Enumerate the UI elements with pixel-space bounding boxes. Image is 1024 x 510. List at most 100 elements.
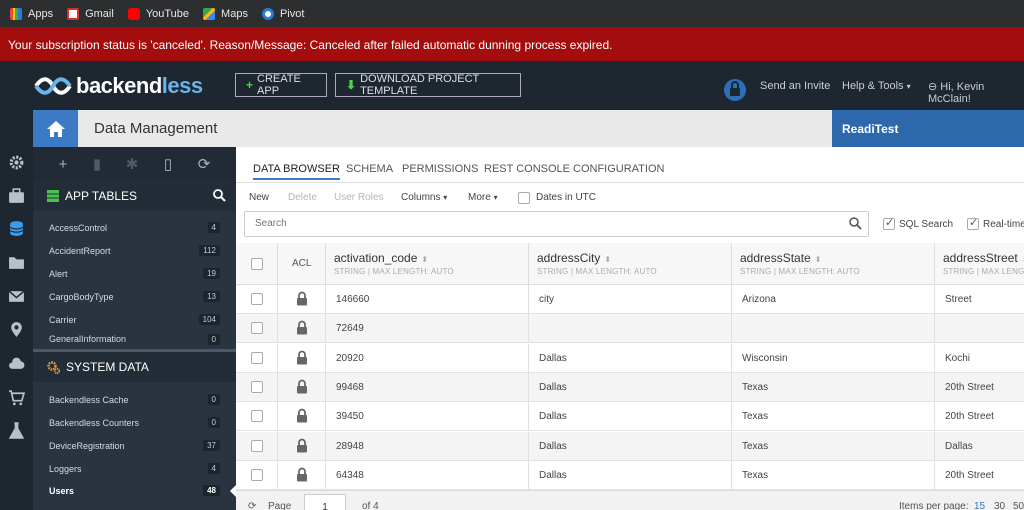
table-cell[interactable]: Dallas bbox=[529, 460, 732, 490]
table-cell[interactable]: 20th Street bbox=[935, 461, 1024, 490]
acl-cell[interactable] bbox=[278, 372, 326, 402]
column-header-addressstreet[interactable]: addressStreet⬍ STRING | MAX LENGTH: AUTO bbox=[935, 243, 1024, 285]
messaging-icon[interactable] bbox=[8, 288, 25, 305]
table-row[interactable]: 64348 Dallas Texas 20th Street bbox=[236, 460, 1024, 490]
create-app-button[interactable]: + CREATE APP bbox=[235, 73, 327, 97]
table-item-backendless-cache[interactable]: Backendless Cache 0 bbox=[33, 388, 236, 411]
table-cell[interactable]: Dallas bbox=[529, 431, 732, 461]
table-cell[interactable] bbox=[529, 314, 732, 344]
page-number-input[interactable]: 1 bbox=[304, 494, 346, 510]
table-cell[interactable]: Texas bbox=[732, 402, 935, 432]
acl-cell[interactable] bbox=[278, 460, 326, 490]
table-cell[interactable]: 99468 bbox=[326, 372, 529, 402]
sql-search-checkbox[interactable] bbox=[883, 216, 895, 230]
download-template-button[interactable]: ⬇ DOWNLOAD PROJECT TEMPLATE bbox=[335, 73, 521, 97]
table-cell[interactable]: 28948 bbox=[326, 431, 529, 461]
table-item-carrier[interactable]: Carrier 104 bbox=[33, 308, 236, 331]
table-cell[interactable]: Dallas bbox=[935, 432, 1024, 461]
lock-badge-icon[interactable] bbox=[723, 77, 747, 101]
send-invite-link[interactable]: Send an Invite bbox=[760, 80, 830, 92]
bookmark-apps[interactable]: Apps bbox=[10, 7, 53, 20]
table-cell[interactable]: 72649 bbox=[326, 314, 529, 344]
search-input[interactable] bbox=[255, 218, 835, 229]
table-cell[interactable]: city bbox=[529, 285, 732, 314]
refresh-icon[interactable]: ⟳ bbox=[248, 501, 256, 510]
table-cell[interactable]: 146660 bbox=[326, 285, 529, 314]
bookmark-youtube[interactable]: YouTube bbox=[127, 7, 189, 20]
table-row[interactable]: 72649 bbox=[236, 314, 1024, 344]
table-cell[interactable]: Dallas bbox=[529, 402, 732, 432]
table-item-alert[interactable]: Alert 19 bbox=[33, 262, 236, 285]
tab-rest-console[interactable]: REST CONSOLE bbox=[484, 163, 570, 175]
search-icon[interactable] bbox=[849, 217, 862, 230]
book-icon[interactable]: ▯ bbox=[160, 157, 176, 173]
table-item-loggers[interactable]: Loggers 4 bbox=[33, 457, 236, 480]
bookmark-maps[interactable]: Maps bbox=[203, 7, 248, 20]
bookmark-pivot[interactable]: Pivot bbox=[261, 7, 304, 20]
trash-icon[interactable]: ▮ bbox=[89, 157, 105, 173]
dates-utc-checkbox[interactable] bbox=[518, 192, 530, 204]
table-cell[interactable]: Texas bbox=[732, 460, 935, 490]
marketplace-cart-icon[interactable] bbox=[8, 389, 25, 406]
gear-icon[interactable] bbox=[8, 154, 25, 171]
tab-data-browser[interactable]: DATA BROWSER bbox=[253, 163, 340, 180]
app-selector[interactable]: ReadiTest bbox=[832, 110, 1024, 147]
row-checkbox[interactable] bbox=[251, 468, 263, 481]
bookmark-gmail[interactable]: Gmail bbox=[67, 7, 114, 20]
column-header-addresscity[interactable]: addressCity ⬍ STRING | MAX LENGTH: AUTO bbox=[529, 243, 732, 285]
table-item-users[interactable]: Users 48 bbox=[33, 479, 236, 502]
user-roles-button[interactable]: User Roles bbox=[334, 192, 383, 203]
table-row[interactable]: 28948 Dallas Texas Dallas bbox=[236, 431, 1024, 461]
table-cell[interactable]: 20th Street bbox=[935, 373, 1024, 402]
table-item-generalinformation[interactable]: GeneralInformation 0 bbox=[33, 330, 236, 348]
business-logic-icon[interactable] bbox=[8, 188, 25, 205]
table-cell[interactable]: 20th Street bbox=[935, 402, 1024, 431]
columns-dropdown[interactable]: Columns ▾ bbox=[401, 192, 447, 203]
acl-cell[interactable] bbox=[278, 343, 326, 373]
table-item-deviceregistration[interactable]: DeviceRegistration 37 bbox=[33, 434, 236, 457]
new-button[interactable]: New bbox=[249, 192, 269, 203]
table-cell[interactable]: Kochi bbox=[935, 344, 1024, 373]
delete-button[interactable]: Delete bbox=[288, 192, 317, 203]
row-checkbox[interactable] bbox=[251, 380, 263, 393]
table-cell[interactable]: 64348 bbox=[326, 460, 529, 490]
table-item-backendless-counters[interactable]: Backendless Counters 0 bbox=[33, 411, 236, 434]
column-header-activation-code[interactable]: activation_code ⬍ STRING | MAX LENGTH: AU… bbox=[326, 243, 529, 285]
more-dropdown[interactable]: More ▾ bbox=[468, 192, 498, 203]
geo-pin-icon[interactable] bbox=[8, 321, 25, 338]
table-item-cargobodytype[interactable]: CargoBodyType 13 bbox=[33, 285, 236, 308]
acl-cell[interactable] bbox=[278, 431, 326, 461]
acl-cell[interactable] bbox=[278, 285, 326, 314]
items-per-page-15[interactable]: 15 bbox=[974, 501, 985, 510]
table-cell[interactable]: 39450 bbox=[326, 402, 529, 432]
row-checkbox[interactable] bbox=[251, 293, 263, 305]
items-per-page-50[interactable]: 50 bbox=[1013, 501, 1024, 510]
table-cell[interactable]: Street bbox=[935, 285, 1024, 314]
home-button[interactable] bbox=[33, 110, 78, 147]
app-tables-header[interactable]: APP TABLES bbox=[33, 181, 236, 211]
database-icon[interactable] bbox=[8, 220, 25, 237]
flask-icon[interactable] bbox=[8, 422, 25, 439]
table-row[interactable]: 39450 Dallas Texas 20th Street bbox=[236, 402, 1024, 432]
search-icon[interactable] bbox=[213, 189, 226, 202]
table-row[interactable]: 146660 city Arizona Street bbox=[236, 285, 1024, 314]
table-cell[interactable] bbox=[935, 314, 1024, 343]
tab-permissions[interactable]: PERMISSIONS bbox=[402, 163, 478, 175]
table-cell[interactable]: 20920 bbox=[326, 343, 529, 373]
table-cell[interactable]: Texas bbox=[732, 372, 935, 402]
user-menu[interactable]: ⊖ Hi, Kevin McClain! bbox=[928, 80, 1024, 105]
row-checkbox[interactable] bbox=[251, 410, 263, 423]
table-cell[interactable] bbox=[732, 314, 935, 344]
acl-cell[interactable] bbox=[278, 402, 326, 432]
system-data-header[interactable]: SYSTEM DATA bbox=[33, 349, 236, 382]
help-tools-menu[interactable]: Help & Tools ▾ bbox=[842, 80, 911, 92]
table-item-accesscontrol[interactable]: AccessControl 4 bbox=[33, 216, 236, 239]
tab-schema[interactable]: SCHEMA bbox=[346, 163, 393, 175]
add-table-icon[interactable]: + bbox=[55, 157, 71, 173]
row-checkbox[interactable] bbox=[251, 351, 263, 364]
table-settings-gear-icon[interactable]: ✱ bbox=[124, 157, 140, 173]
table-cell[interactable]: Dallas bbox=[529, 372, 732, 402]
select-all-checkbox[interactable] bbox=[251, 258, 263, 270]
realtime-checkbox[interactable] bbox=[967, 216, 979, 230]
table-item-accidentreport[interactable]: AccidentReport 112 bbox=[33, 239, 236, 262]
